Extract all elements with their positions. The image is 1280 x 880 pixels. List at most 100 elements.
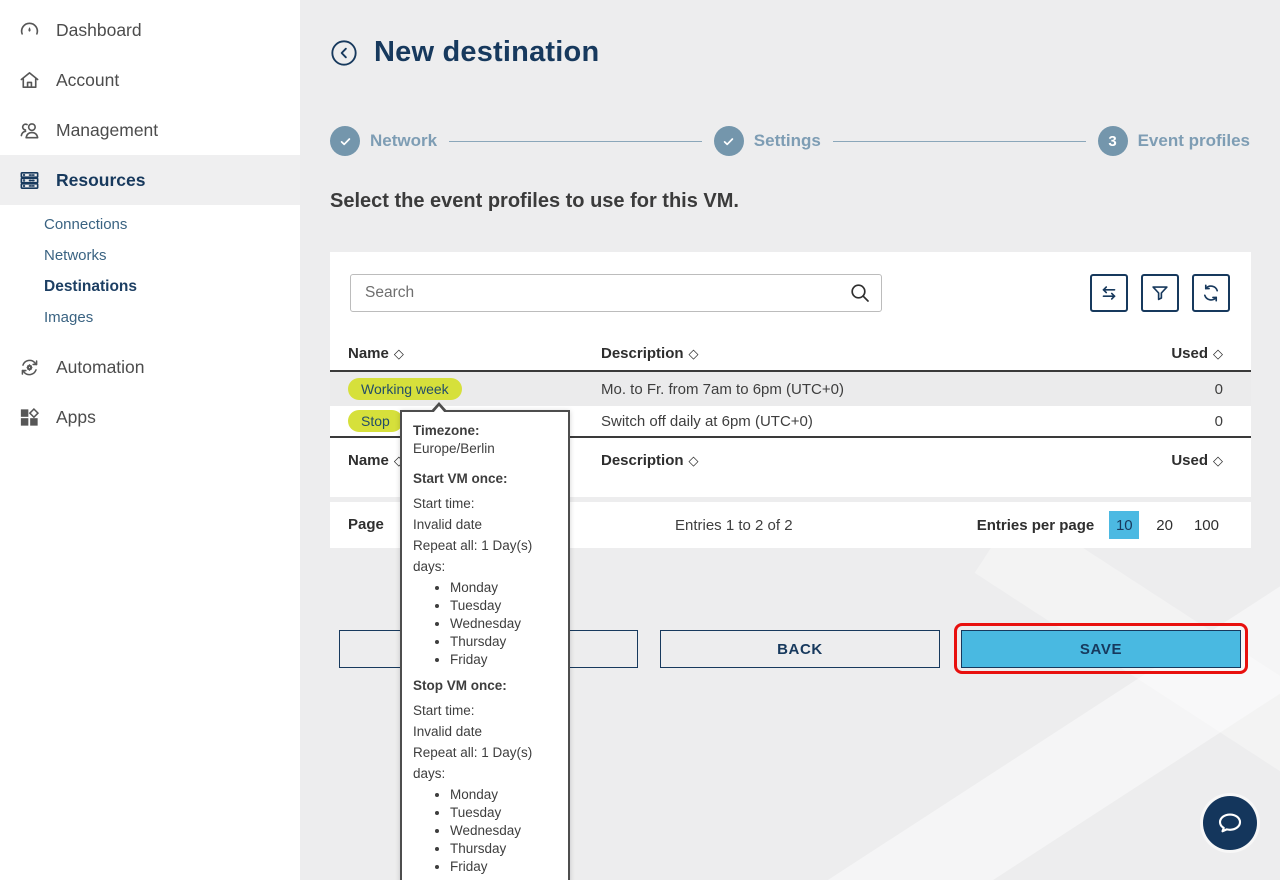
- filter-funnel-icon: [1149, 282, 1171, 304]
- step-event-profiles[interactable]: 3 Event profiles: [1098, 126, 1250, 156]
- sidebar-item-account[interactable]: Account: [0, 55, 300, 105]
- repeat-text: Repeat all: 1 Day(s): [413, 537, 558, 555]
- days-label: days:: [413, 765, 558, 783]
- step-label: Settings: [754, 131, 821, 151]
- day-item: Monday: [450, 786, 558, 804]
- days-list: Monday Tuesday Wednesday Thursday Friday: [413, 786, 558, 876]
- users-icon: [18, 119, 41, 142]
- sidebar-item-networks[interactable]: Networks: [0, 240, 300, 271]
- days-list: Monday Tuesday Wednesday Thursday Friday: [413, 579, 558, 669]
- day-item: Tuesday: [450, 804, 558, 822]
- step-label: Event profiles: [1138, 131, 1250, 151]
- page-title: New destination: [374, 36, 599, 69]
- stepper-connector: [833, 141, 1086, 142]
- timezone-value: Europe/Berlin: [413, 441, 495, 456]
- page-subtitle: Select the event profiles to use for thi…: [330, 190, 739, 213]
- tooltip-section-title: Stop VM once:: [413, 677, 558, 695]
- day-item: Wednesday: [450, 822, 558, 840]
- chat-bubble-icon: [1215, 808, 1245, 838]
- profile-name-badge[interactable]: Working week: [348, 378, 462, 400]
- step-network[interactable]: Network: [330, 126, 437, 156]
- search-input[interactable]: [350, 274, 882, 312]
- profile-description: Mo. to Fr. from 7am to 6pm (UTC+0): [601, 381, 1163, 398]
- apps-grid-icon: [18, 406, 41, 429]
- sidebar-item-dashboard[interactable]: Dashboard: [0, 5, 300, 55]
- sidebar: Dashboard Account Management Resources C…: [0, 0, 300, 880]
- home-icon: [18, 69, 41, 92]
- step-settings[interactable]: Settings: [714, 126, 821, 156]
- step-done-check-icon: [714, 126, 744, 156]
- subnav-label: Images: [44, 309, 93, 326]
- sort-icon[interactable]: ◇: [689, 346, 699, 361]
- entries-range-text: Entries 1 to 2 of 2: [675, 517, 793, 534]
- sidebar-item-management[interactable]: Management: [0, 105, 300, 155]
- swap-arrows-icon: [1098, 282, 1120, 304]
- automation-sync-gear-icon: [18, 356, 41, 379]
- sidebar-item-destinations[interactable]: Destinations: [0, 271, 300, 302]
- event-profile-tooltip: Timezone: Europe/Berlin Start VM once: S…: [400, 410, 570, 880]
- column-header-description[interactable]: Description◇: [601, 452, 1163, 469]
- sidebar-item-apps[interactable]: Apps: [0, 392, 300, 442]
- sidebar-item-images[interactable]: Images: [0, 302, 300, 333]
- day-item: Wednesday: [450, 615, 558, 633]
- start-time-value: Invalid date: [413, 723, 558, 741]
- entries-per-page-label: Entries per page: [977, 517, 1095, 534]
- day-item: Thursday: [450, 840, 558, 858]
- table-row[interactable]: Working week Mo. to Fr. from 7am to 6pm …: [330, 372, 1251, 406]
- chat-support-button[interactable]: [1203, 796, 1257, 850]
- timezone-label: Timezone:: [413, 423, 480, 438]
- sort-icon[interactable]: ◇: [394, 346, 404, 361]
- search-icon[interactable]: [848, 281, 872, 305]
- day-item: Monday: [450, 579, 558, 597]
- column-header-used[interactable]: Used◇: [1163, 452, 1223, 469]
- sort-icon[interactable]: ◇: [1213, 453, 1223, 468]
- sidebar-item-label: Management: [56, 120, 158, 141]
- per-page-option-20[interactable]: 20: [1152, 511, 1177, 539]
- profile-name-badge[interactable]: Stop: [348, 410, 403, 432]
- sidebar-item-label: Dashboard: [56, 20, 142, 41]
- step-done-check-icon: [330, 126, 360, 156]
- page-label: Page: [348, 516, 384, 533]
- step-label: Network: [370, 131, 437, 151]
- save-button[interactable]: SAVE: [961, 630, 1241, 668]
- step-number-badge: 3: [1098, 126, 1128, 156]
- sidebar-item-connections[interactable]: Connections: [0, 209, 300, 240]
- per-page-option-100[interactable]: 100: [1190, 511, 1223, 539]
- sidebar-item-automation[interactable]: Automation: [0, 342, 300, 392]
- gauge-icon: [18, 19, 41, 42]
- profile-used-count: 0: [1163, 381, 1223, 398]
- sidebar-item-label: Apps: [56, 407, 96, 428]
- sidebar-item-label: Account: [56, 70, 119, 91]
- start-time-label: Start time:: [413, 702, 558, 720]
- column-header-used[interactable]: Used◇: [1163, 345, 1223, 362]
- sort-icon[interactable]: ◇: [689, 453, 699, 468]
- subnav-label: Destinations: [44, 278, 137, 296]
- day-item: Thursday: [450, 633, 558, 651]
- sidebar-item-label: Resources: [56, 170, 146, 191]
- days-label: days:: [413, 558, 558, 576]
- day-item: Tuesday: [450, 597, 558, 615]
- per-page-option-10[interactable]: 10: [1109, 511, 1139, 539]
- stepper-connector: [449, 141, 702, 142]
- subnav-label: Networks: [44, 247, 107, 264]
- subnav-label: Connections: [44, 216, 127, 233]
- repeat-text: Repeat all: 1 Day(s): [413, 744, 558, 762]
- sort-icon[interactable]: ◇: [1213, 346, 1223, 361]
- refresh-button[interactable]: [1192, 274, 1230, 312]
- resources-subnav: Connections Networks Destinations Images: [0, 205, 300, 335]
- back-button[interactable]: BACK: [660, 630, 940, 668]
- start-time-value: Invalid date: [413, 516, 558, 534]
- sidebar-item-label: Automation: [56, 357, 145, 378]
- start-time-label: Start time:: [413, 495, 558, 513]
- refresh-icon: [1200, 282, 1222, 304]
- sidebar-item-resources[interactable]: Resources: [0, 155, 300, 205]
- day-item: Friday: [450, 858, 558, 876]
- profile-used-count: 0: [1163, 413, 1223, 430]
- swap-columns-button[interactable]: [1090, 274, 1128, 312]
- servers-icon: [18, 169, 41, 192]
- column-header-name[interactable]: Name◇: [348, 345, 601, 362]
- filter-button[interactable]: [1141, 274, 1179, 312]
- main-content: New destination Network Settings 3 Event…: [300, 0, 1280, 880]
- column-header-description[interactable]: Description◇: [601, 345, 1163, 362]
- back-circle-icon[interactable]: [330, 39, 358, 67]
